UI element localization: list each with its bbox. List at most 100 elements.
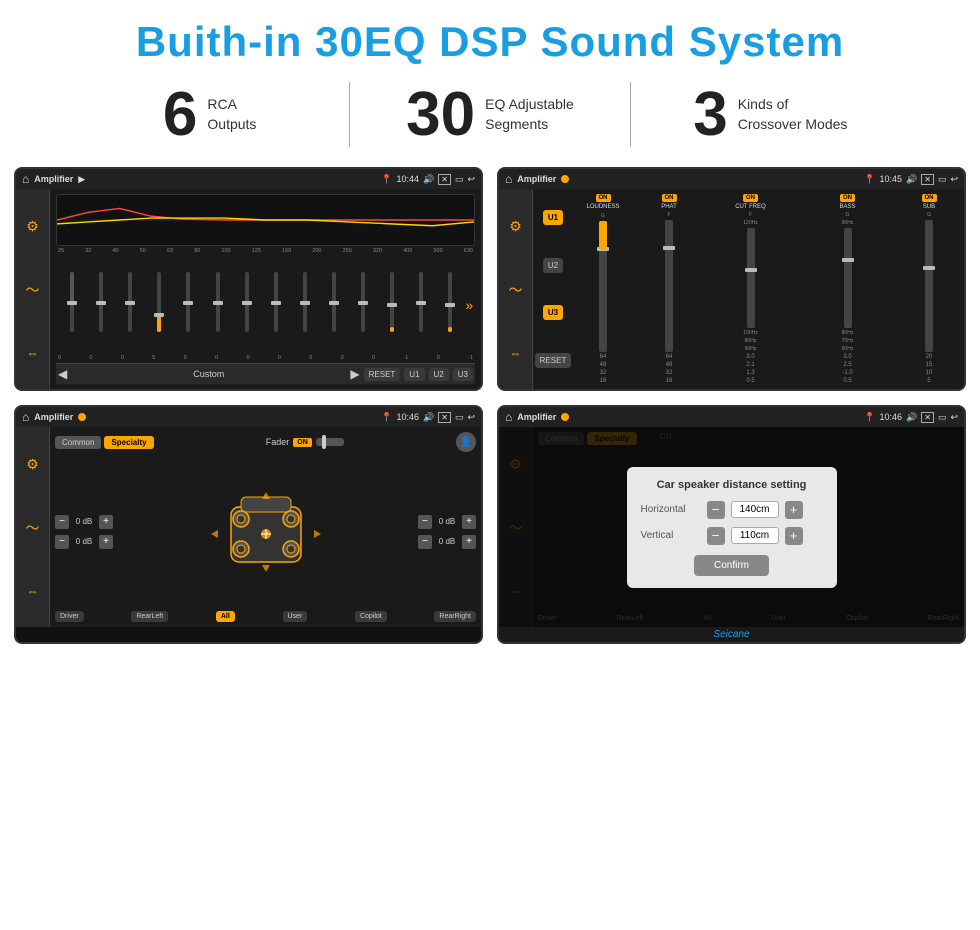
home-icon-3[interactable]: ⌂ xyxy=(22,410,29,424)
screen2-wrapper: ⌂ Amplifier 📍 10:45 🔊 ✕ ▭ ↩ ⚙ 〜 ⇔ xyxy=(497,167,966,391)
sub-label: SUB xyxy=(923,204,935,210)
reset-btn[interactable]: RESET xyxy=(364,368,401,381)
u3-btn[interactable]: U3 xyxy=(453,368,473,381)
window-icon-1[interactable]: ▭ xyxy=(455,174,464,185)
back-icon-1[interactable]: ↩ xyxy=(467,174,475,185)
horizontal-label: Horizontal xyxy=(641,504,701,515)
preset-u2[interactable]: U2 xyxy=(543,258,563,273)
back-icon-3[interactable]: ↩ xyxy=(467,412,475,423)
home-icon-4[interactable]: ⌂ xyxy=(505,410,512,424)
eq-slider-2[interactable] xyxy=(87,272,115,337)
wave-icon[interactable]: 〜 xyxy=(26,280,40,300)
home-icon-2[interactable]: ⌂ xyxy=(505,172,512,186)
user-btn[interactable]: User xyxy=(283,611,308,622)
preset-reset[interactable]: RESET xyxy=(535,353,572,368)
minus-btn-bl[interactable]: − xyxy=(55,535,69,549)
db-ctrl-bot-left: − 0 dB + xyxy=(55,535,113,549)
sub-slider[interactable] xyxy=(925,220,933,352)
eq-slider-3[interactable] xyxy=(116,272,144,337)
eq-icon-3[interactable]: ⚙ xyxy=(26,456,39,473)
plus-btn-tr[interactable]: + xyxy=(462,515,476,529)
minus-btn-tl[interactable]: − xyxy=(55,515,69,529)
plus-btn-bl[interactable]: + xyxy=(99,535,113,549)
prev-btn[interactable]: ◀ xyxy=(58,367,67,381)
plus-btn-br[interactable]: + xyxy=(462,535,476,549)
loudness-toggle[interactable]: ON xyxy=(596,194,611,202)
eq-slider-12[interactable] xyxy=(378,272,406,337)
eq-slider-1[interactable] xyxy=(58,272,86,337)
eq-slider-4[interactable] xyxy=(145,272,173,337)
copilot-btn[interactable]: Copilot xyxy=(355,611,387,622)
fader-on-btn[interactable]: ON xyxy=(293,438,312,447)
horizontal-minus[interactable]: − xyxy=(707,501,725,519)
balance-icon-2[interactable]: ⇔ xyxy=(510,346,522,360)
eq-slider-11[interactable] xyxy=(349,272,377,337)
bass-slider[interactable] xyxy=(844,228,852,328)
loudness-slider[interactable] xyxy=(599,221,607,352)
x-icon-3[interactable]: ✕ xyxy=(438,412,451,423)
eq-icon[interactable]: ⚙ xyxy=(26,218,39,235)
channel-sub: ON SUB G 20 15 10 5 xyxy=(898,194,960,384)
volume-icon-1: 🔊 xyxy=(423,174,434,185)
home-icon-1[interactable]: ⌂ xyxy=(22,172,29,186)
stat-crossover: 3 Kinds ofCrossover Modes xyxy=(641,84,900,146)
bass-label: BASS xyxy=(839,204,855,210)
eq-slider-13[interactable] xyxy=(407,272,435,337)
back-icon-2[interactable]: ↩ xyxy=(950,174,958,185)
screen2-sidebar: ⚙ 〜 ⇔ xyxy=(499,189,533,389)
driver-btn[interactable]: Driver xyxy=(55,611,84,622)
preset-u3[interactable]: U3 xyxy=(543,305,563,320)
vertical-minus[interactable]: − xyxy=(707,527,725,545)
screen1-time: 10:44 xyxy=(396,174,419,184)
rearleft-btn[interactable]: RearLeft xyxy=(131,611,168,622)
x-icon-2[interactable]: ✕ xyxy=(921,174,934,185)
eq-slider-9[interactable] xyxy=(291,272,319,337)
tab-specialty[interactable]: Specialty xyxy=(104,436,153,449)
plus-btn-tl[interactable]: + xyxy=(99,515,113,529)
balance-icon-3[interactable]: ⇔ xyxy=(27,584,39,598)
vertical-plus[interactable]: + xyxy=(785,527,803,545)
bass-toggle[interactable]: ON xyxy=(840,194,855,202)
screen1-app-title: Amplifier xyxy=(34,174,73,184)
x-icon-1[interactable]: ✕ xyxy=(438,174,451,185)
preset-u1[interactable]: U1 xyxy=(543,210,563,225)
u2-btn[interactable]: U2 xyxy=(429,368,449,381)
x-icon-4[interactable]: ✕ xyxy=(921,412,934,423)
cutfreq-toggle[interactable]: ON xyxy=(743,194,758,202)
phat-toggle[interactable]: ON xyxy=(662,194,677,202)
u1-btn[interactable]: U1 xyxy=(404,368,424,381)
confirm-button[interactable]: Confirm xyxy=(694,555,769,576)
window-icon-4[interactable]: ▭ xyxy=(938,412,947,423)
eq-slider-14[interactable] xyxy=(436,272,464,337)
eq-expand-btn[interactable]: » xyxy=(465,297,473,313)
db-ctrl-bot-right: − 0 dB + xyxy=(418,535,476,549)
window-icon-3[interactable]: ▭ xyxy=(455,412,464,423)
wave-icon-3[interactable]: 〜 xyxy=(26,518,40,538)
rearright-btn[interactable]: RearRight xyxy=(434,611,476,622)
eq-slider-6[interactable] xyxy=(203,272,231,337)
tab-common[interactable]: Common xyxy=(55,436,101,449)
eq-slider-10[interactable] xyxy=(320,272,348,337)
window-icon-2[interactable]: ▭ xyxy=(938,174,947,185)
cutfreq-slider[interactable] xyxy=(747,228,755,328)
volume-icon-3: 🔊 xyxy=(423,412,434,423)
fader-slider-h[interactable] xyxy=(316,438,344,446)
balance-icon[interactable]: ⇔ xyxy=(27,346,39,360)
minus-btn-br[interactable]: − xyxy=(418,535,432,549)
next-btn[interactable]: ▶ xyxy=(350,367,359,381)
screen2-statusbar: ⌂ Amplifier 📍 10:45 🔊 ✕ ▭ ↩ xyxy=(499,169,964,189)
horizontal-plus[interactable]: + xyxy=(785,501,803,519)
back-icon-4[interactable]: ↩ xyxy=(950,412,958,423)
vertical-value: 110cm xyxy=(731,527,779,544)
wave-icon-2[interactable]: 〜 xyxy=(509,280,523,300)
minus-btn-tr[interactable]: − xyxy=(418,515,432,529)
eq-icon-2[interactable]: ⚙ xyxy=(509,218,522,235)
phat-slider[interactable] xyxy=(665,220,673,352)
right-db-controls: − 0 dB + − 0 dB + xyxy=(418,515,476,549)
eq-slider-8[interactable] xyxy=(262,272,290,337)
sub-toggle[interactable]: ON xyxy=(922,194,937,202)
profile-icon[interactable]: 👤 xyxy=(456,432,476,452)
eq-slider-5[interactable] xyxy=(174,272,202,337)
eq-slider-7[interactable] xyxy=(233,272,261,337)
all-btn[interactable]: All xyxy=(216,611,235,622)
